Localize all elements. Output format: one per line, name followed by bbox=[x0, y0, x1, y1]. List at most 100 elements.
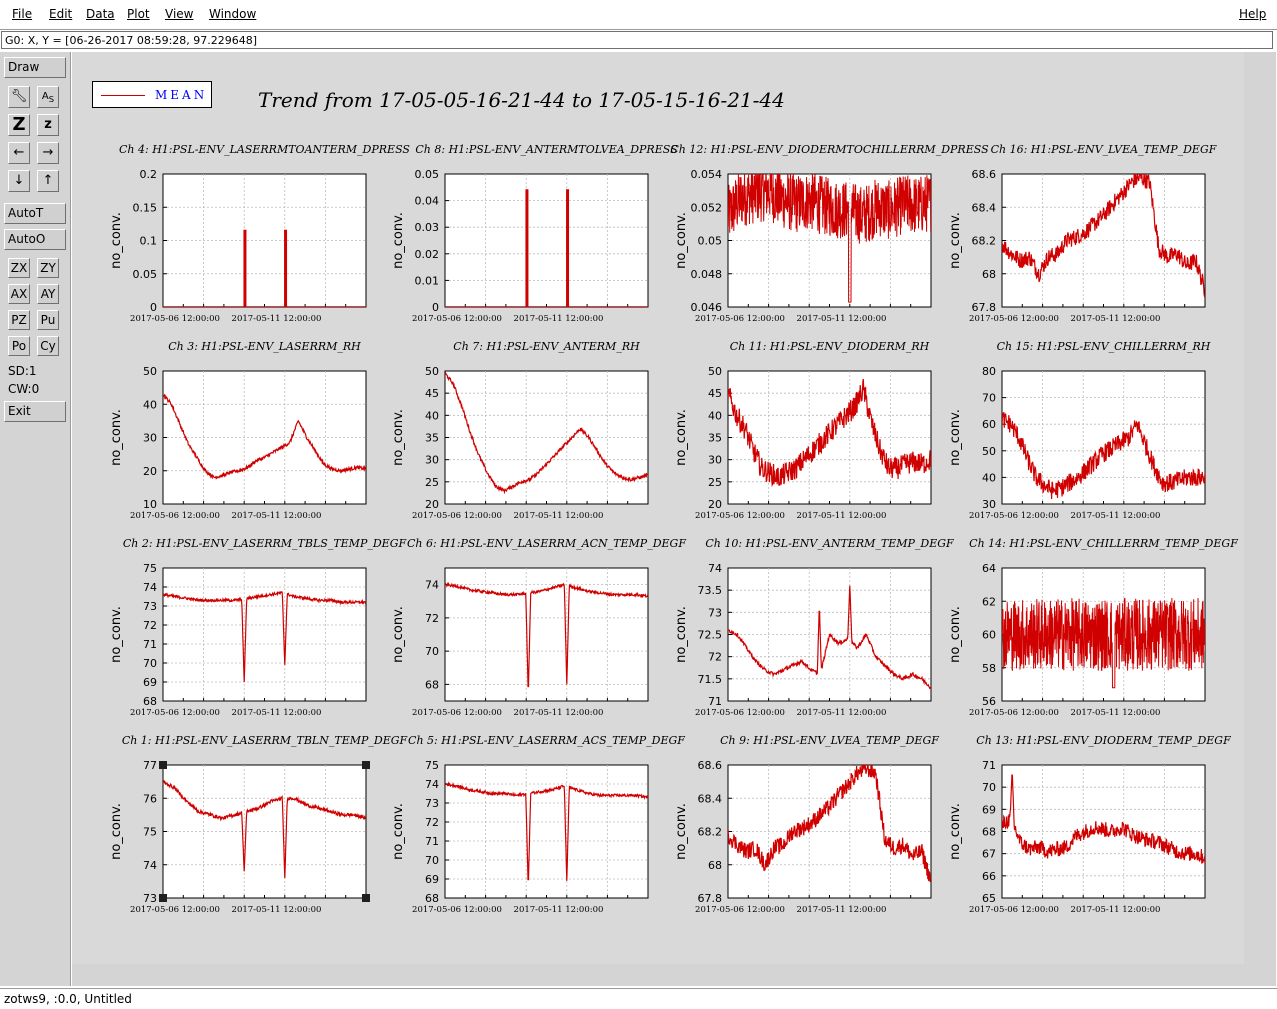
chart-title: Ch 7: H1:PSL-ENV_ANTERM_RH bbox=[453, 340, 640, 353]
y-tick-label: 0.2 bbox=[140, 168, 158, 181]
x-tick-label: 2017-05-06 12:00:00 bbox=[130, 708, 220, 718]
y-tick-label: 74 bbox=[708, 562, 722, 575]
chart-frame bbox=[444, 567, 649, 702]
menu-window-label: Window bbox=[209, 7, 257, 21]
x-tick-label: 2017-05-11 12:00:00 bbox=[1071, 314, 1161, 324]
pan-left-button[interactable]: ← bbox=[8, 142, 30, 164]
draw-button[interactable]: Draw bbox=[4, 57, 66, 78]
zoom-big-button[interactable]: Z bbox=[8, 114, 30, 136]
chart-title: Ch 1: H1:PSL-ENV_LASERRM_TBLN_TEMP_DEGF bbox=[122, 734, 408, 747]
y-axis-label: no_conv. bbox=[674, 803, 689, 860]
menu-plot-label: Plot bbox=[127, 7, 150, 21]
y-tick-label: 68 bbox=[425, 892, 439, 905]
selection-handle bbox=[362, 761, 370, 769]
y-tick-label: 73 bbox=[143, 600, 157, 613]
x-tick-label: 2017-05-06 12:00:00 bbox=[412, 314, 502, 324]
legend[interactable]: MEAN bbox=[92, 81, 212, 108]
y-tick-label: 69 bbox=[982, 803, 996, 816]
y-tick-label: 73 bbox=[425, 797, 439, 810]
zoom-small-label: z bbox=[44, 117, 52, 132]
chart-title: Ch 3: H1:PSL-ENV_LASERRM_RH bbox=[168, 340, 361, 353]
coordinate-readout: G0: X, Y = [06-26-2017 08:59:28, 97.2296… bbox=[1, 31, 1273, 49]
y-tick-label: 0.02 bbox=[415, 248, 440, 261]
sd-label: SD:1 bbox=[8, 364, 37, 378]
y-axis-label: no_conv. bbox=[948, 409, 963, 466]
y-tick-label: 20 bbox=[708, 498, 722, 511]
tool-panel: Draw 🔧︎ AS Z z ← → ↓ ↑ AutoT AutoO ZX ZY… bbox=[0, 52, 71, 986]
menu-view[interactable]: View bbox=[165, 7, 193, 21]
y-tick-label: 0.046 bbox=[691, 301, 723, 314]
pan-down-button[interactable]: ↓ bbox=[8, 170, 30, 192]
menu-file[interactable]: File bbox=[12, 7, 32, 21]
pan-up-button[interactable]: ↑ bbox=[37, 170, 59, 192]
exit-button[interactable]: Exit bbox=[4, 401, 66, 422]
y-tick-label: 35 bbox=[708, 432, 722, 445]
y-axis-label: no_conv. bbox=[109, 212, 124, 269]
y-tick-label: 73.5 bbox=[698, 584, 723, 597]
y-tick-label: 68 bbox=[708, 859, 722, 872]
menu-help[interactable]: Help bbox=[1239, 7, 1266, 21]
menu-plot[interactable]: Plot bbox=[127, 7, 150, 21]
x-tick-label: 2017-05-06 12:00:00 bbox=[130, 314, 220, 324]
y-tick-label: 30 bbox=[425, 454, 439, 467]
zx-button[interactable]: ZX bbox=[8, 258, 30, 278]
y-tick-label: 75 bbox=[143, 826, 157, 839]
zoom-small-button[interactable]: z bbox=[37, 114, 59, 136]
y-tick-label: 0.054 bbox=[691, 168, 723, 181]
y-tick-label: 0.052 bbox=[691, 201, 723, 214]
y-tick-label: 0.05 bbox=[415, 168, 440, 181]
y-tick-label: 72.5 bbox=[698, 629, 723, 642]
menu-window[interactable]: Window bbox=[209, 7, 256, 21]
po-button[interactable]: Po bbox=[8, 336, 30, 356]
y-tick-label: 68.2 bbox=[698, 826, 723, 839]
y-tick-label: 68.4 bbox=[698, 792, 723, 805]
pz-button[interactable]: PZ bbox=[8, 310, 30, 330]
text-tool-button[interactable]: AS bbox=[37, 86, 59, 108]
y-tick-label: 0.1 bbox=[140, 235, 158, 248]
y-tick-label: 66 bbox=[982, 870, 996, 883]
chart-frame bbox=[444, 764, 649, 899]
autoo-button[interactable]: AutoO bbox=[4, 229, 66, 250]
arrow-up-icon: ↑ bbox=[42, 173, 54, 188]
x-tick-label: 2017-05-06 12:00:00 bbox=[412, 708, 502, 718]
cy-button[interactable]: Cy bbox=[37, 336, 59, 356]
y-tick-label: 71 bbox=[708, 695, 722, 708]
plot-area[interactable]: Ch 4: H1:PSL-ENV_LASERRMTOANTERM_DPRESS 0… bbox=[72, 52, 1276, 986]
y-tick-label: 70 bbox=[425, 854, 439, 867]
x-tick-label: 2017-05-06 12:00:00 bbox=[695, 511, 785, 521]
plot-canvas[interactable]: Ch 4: H1:PSL-ENV_LASERRMTOANTERM_DPRESS 0… bbox=[72, 52, 1276, 986]
menu-edit[interactable]: Edit bbox=[49, 7, 72, 21]
menu-data[interactable]: Data bbox=[86, 7, 115, 21]
x-tick-label: 2017-05-11 12:00:00 bbox=[514, 708, 604, 718]
y-tick-label: 68 bbox=[425, 678, 439, 691]
y-tick-label: 50 bbox=[143, 365, 157, 378]
x-tick-label: 2017-05-11 12:00:00 bbox=[232, 905, 322, 915]
menu-view-label: View bbox=[165, 7, 194, 21]
y-tick-label: 75 bbox=[425, 759, 439, 772]
arrow-left-icon: ← bbox=[13, 145, 25, 160]
y-axis-label: no_conv. bbox=[109, 409, 124, 466]
y-tick-label: 71 bbox=[982, 759, 996, 772]
pan-right-button[interactable]: → bbox=[37, 142, 59, 164]
y-tick-label: 74 bbox=[143, 581, 157, 594]
wrench-icon: 🔧︎ bbox=[10, 89, 28, 104]
zy-button[interactable]: ZY bbox=[37, 258, 59, 278]
pu-button[interactable]: Pu bbox=[37, 310, 59, 330]
autot-button[interactable]: AutoT bbox=[4, 203, 66, 224]
y-tick-label: 25 bbox=[425, 476, 439, 489]
ay-button[interactable]: AY bbox=[37, 284, 59, 304]
y-tick-label: 25 bbox=[708, 476, 722, 489]
x-tick-label: 2017-05-11 12:00:00 bbox=[1071, 708, 1161, 718]
y-tick-label: 70 bbox=[982, 392, 996, 405]
y-tick-label: 64 bbox=[982, 562, 996, 575]
y-tick-label: 50 bbox=[708, 365, 722, 378]
text-tool-icon: AS bbox=[41, 91, 55, 104]
chart-title: Ch 16: H1:PSL-ENV_LVEA_TEMP_DEGF bbox=[991, 143, 1217, 156]
y-tick-label: 0.05 bbox=[133, 268, 158, 281]
pick-tool-button[interactable]: 🔧︎ bbox=[8, 86, 30, 108]
ax-button[interactable]: AX bbox=[8, 284, 30, 304]
y-tick-label: 68.6 bbox=[698, 759, 723, 772]
y-tick-label: 40 bbox=[425, 409, 439, 422]
y-axis-label: no_conv. bbox=[674, 409, 689, 466]
y-tick-label: 72 bbox=[708, 651, 722, 664]
